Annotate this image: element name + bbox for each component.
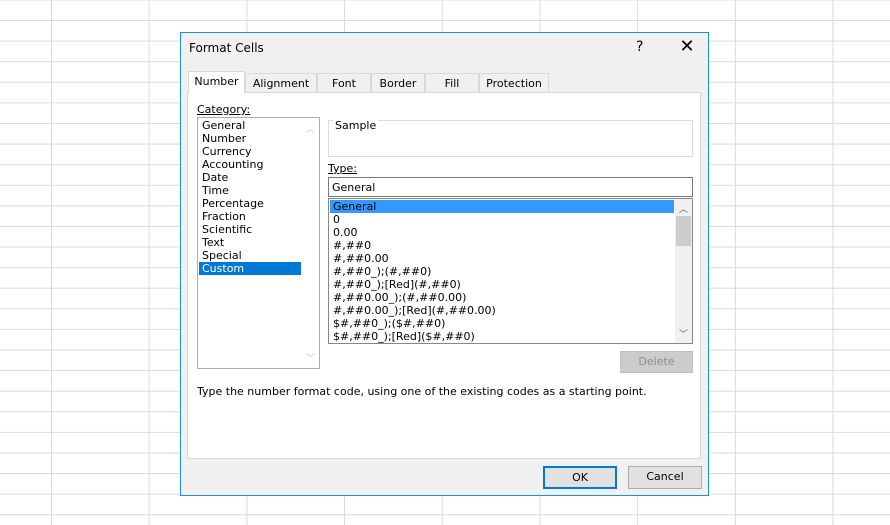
category-label: Category: (197, 103, 250, 116)
list-item[interactable]: $#,##0_);($#,##0) (330, 317, 674, 330)
delete-button[interactable]: Delete (620, 351, 693, 373)
tab-alignment[interactable]: Alignment (245, 73, 317, 93)
type-label-text: Type: (328, 162, 357, 175)
list-item[interactable]: $#,##0_);[Red]($#,##0) (330, 330, 674, 343)
list-item[interactable]: Date (199, 171, 301, 184)
scroll-up-icon[interactable]: ︿ (302, 122, 319, 135)
list-item[interactable]: Accounting (199, 158, 301, 171)
help-button[interactable]: ? (636, 39, 643, 55)
list-item[interactable]: Text (199, 236, 301, 249)
list-item[interactable]: #,##0.00_);[Red](#,##0.00) (330, 304, 674, 317)
list-item[interactable]: 0.00 (330, 226, 674, 239)
scroll-up-icon[interactable]: ︿ (675, 202, 692, 215)
dialog-title: Format Cells (189, 41, 264, 55)
list-item[interactable]: Time (199, 184, 301, 197)
scrollbar-thumb[interactable] (676, 216, 691, 246)
list-item[interactable]: General (199, 119, 301, 132)
list-item[interactable]: Scientific (199, 223, 301, 236)
tab-border[interactable]: Border (371, 73, 425, 93)
list-item[interactable]: Currency (199, 145, 301, 158)
scroll-down-icon[interactable]: ﹀ (675, 327, 692, 340)
type-label: Type: (328, 162, 357, 175)
category-label-text: Category: (197, 103, 251, 116)
list-item[interactable]: #,##0_);[Red](#,##0) (330, 278, 674, 291)
list-item[interactable]: Special (199, 249, 301, 262)
cancel-button[interactable]: Cancel (628, 466, 702, 489)
tab-font[interactable]: Font (317, 73, 371, 93)
list-item[interactable]: #,##0.00 (330, 252, 674, 265)
tab-fill[interactable]: Fill (425, 73, 479, 93)
list-item[interactable]: #,##0_);(#,##0) (330, 265, 674, 278)
type-input[interactable] (328, 177, 693, 197)
type-format-list[interactable]: ︿ ﹀ General 0 0.00 #,##0 #,##0.00 #,##0_);(#,… (328, 198, 693, 344)
list-item[interactable]: 0 (330, 213, 674, 226)
tab-number[interactable]: Number (188, 71, 245, 94)
list-item[interactable]: Number (199, 132, 301, 145)
tab-protection[interactable]: Protection (479, 73, 549, 93)
list-item[interactable]: Percentage (199, 197, 301, 210)
number-tab-panel: Category: ︿ ﹀ General Number Currency Accoun… (187, 92, 701, 459)
list-item[interactable]: #,##0 (330, 239, 674, 252)
list-item[interactable]: General (330, 200, 674, 213)
sample-box (328, 120, 693, 157)
scroll-down-icon[interactable]: ﹀ (302, 351, 319, 364)
sample-label: Sample (333, 119, 379, 132)
ok-button[interactable]: OK (543, 466, 617, 489)
list-item[interactable]: #,##0.00_);(#,##0.00) (330, 291, 674, 304)
category-list[interactable]: ︿ ﹀ General Number Currency Accounting Date Ti… (197, 117, 320, 369)
list-item[interactable]: Fraction (199, 210, 301, 223)
list-item[interactable]: Custom (199, 262, 301, 275)
format-description: Type the number format code, using one o… (197, 385, 647, 398)
format-cells-dialog: Format Cells ? ✕ Number Alignment Font B… (180, 32, 709, 496)
close-icon[interactable]: ✕ (676, 36, 698, 57)
